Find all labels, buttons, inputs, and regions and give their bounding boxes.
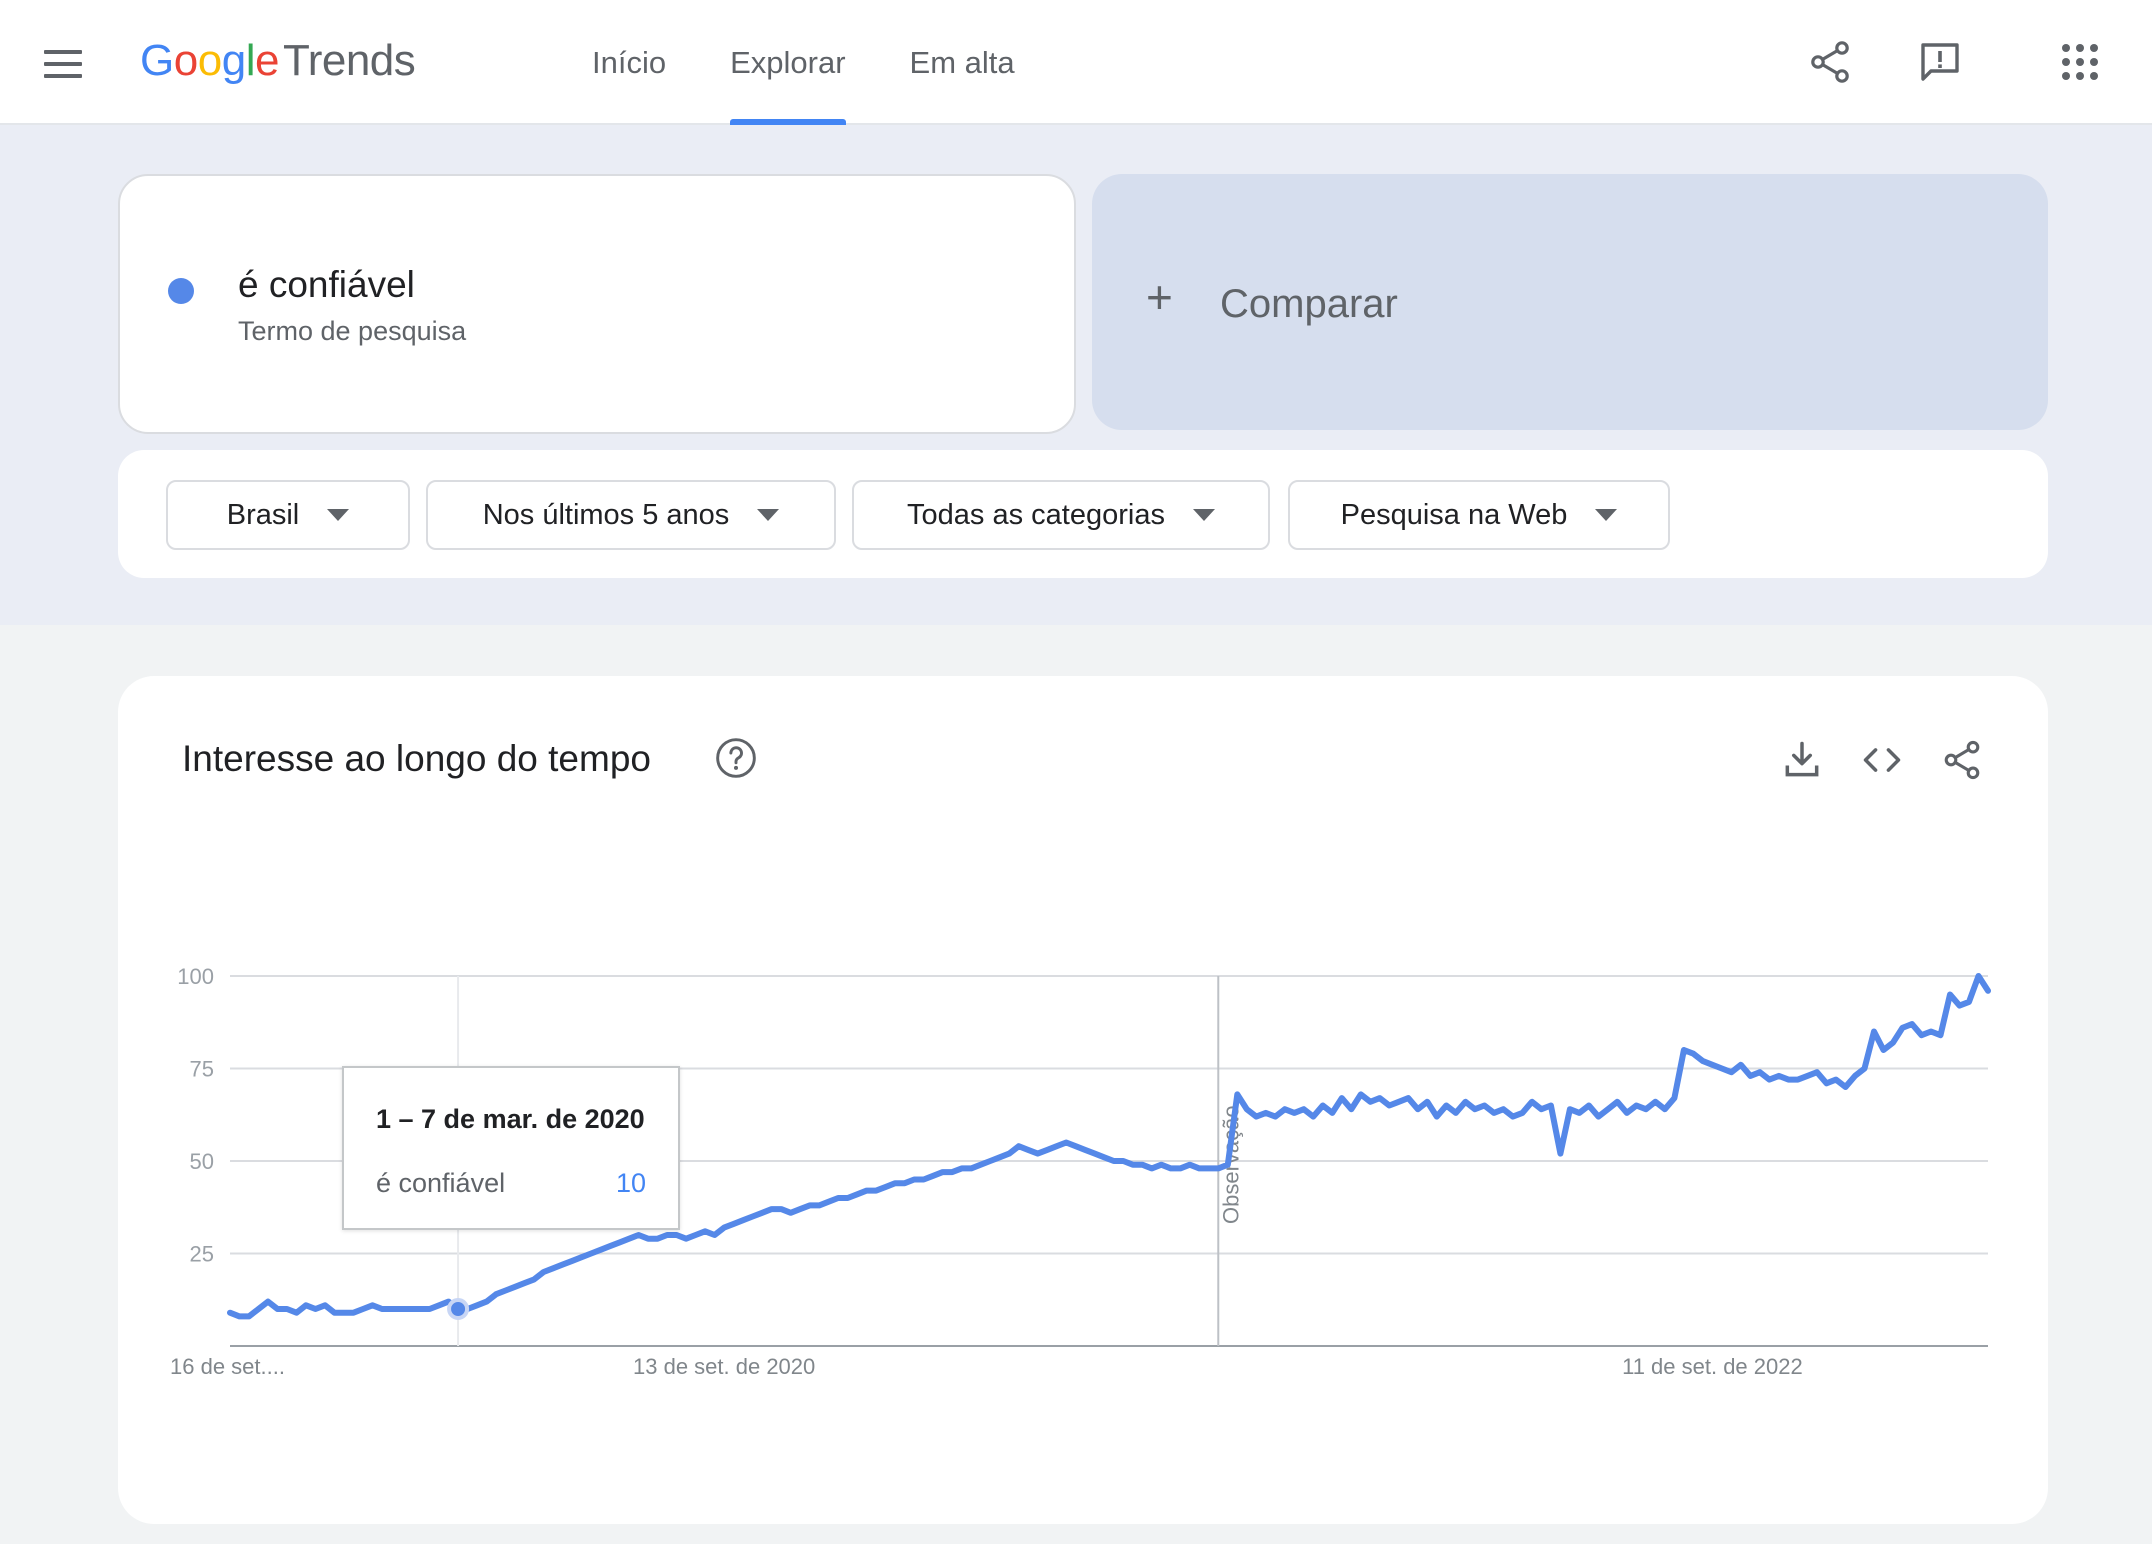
menu-icon[interactable] — [44, 50, 82, 78]
x-tick-label: 13 de set. de 2020 — [633, 1354, 815, 1379]
y-tick-label: 75 — [190, 1057, 214, 1082]
nav-tab-inicio[interactable]: Início — [560, 0, 698, 125]
top-app-bar: GoogleTrends Início Explorar Em alta — [0, 0, 2152, 125]
google-trends-logo[interactable]: GoogleTrends — [140, 36, 416, 86]
filter-time-range[interactable]: Nos últimos 5 anos — [426, 480, 836, 550]
y-tick-label: 100 — [177, 964, 214, 989]
search-term-name[interactable]: é confiável — [238, 264, 415, 306]
filter-search-type-label: Pesquisa na Web — [1340, 498, 1568, 531]
filters-bar: Brasil Nos últimos 5 anos Todas as categ… — [118, 450, 2048, 578]
tooltip-value: 10 — [615, 1168, 646, 1198]
filter-category-label: Todas as categorias — [907, 498, 1165, 531]
search-term-card[interactable]: é confiável Termo de pesquisa — [118, 174, 1076, 434]
caret-down-icon — [327, 509, 350, 521]
y-tick-label: 25 — [190, 1242, 214, 1267]
filter-region[interactable]: Brasil — [166, 480, 410, 550]
tooltip-series-name: é confiável — [376, 1168, 506, 1198]
interest-over-time-card: Interesse ao longo do tempo 25 50 75 100 Obs… — [118, 676, 2048, 1524]
caret-down-icon — [1595, 509, 1618, 521]
x-tick-label: 16 de set.... — [170, 1354, 285, 1379]
plus-icon: + — [1146, 271, 1173, 323]
logo-product-name: Trends — [282, 36, 416, 85]
filter-category[interactable]: Todas as categorias — [852, 480, 1270, 550]
filter-region-label: Brasil — [226, 498, 300, 531]
compare-label: Comparar — [1220, 282, 1398, 326]
filter-search-type[interactable]: Pesquisa na Web — [1288, 480, 1670, 550]
caret-down-icon — [1192, 509, 1215, 521]
series-color-dot — [168, 278, 194, 304]
x-tick-label: 11 de set. de 2022 — [1622, 1354, 1803, 1379]
nav-tab-explorar[interactable]: Explorar — [698, 0, 877, 125]
nav-tab-em-alta[interactable]: Em alta — [878, 0, 1047, 125]
y-tick-label: 50 — [190, 1149, 214, 1174]
filter-time-label: Nos últimos 5 anos — [482, 498, 730, 531]
tooltip-date: 1 – 7 de mar. de 2020 — [376, 1104, 645, 1134]
feedback-icon[interactable] — [1916, 38, 1964, 86]
chart-tooltip: 1 – 7 de mar. de 2020 é confiável 10 — [342, 1066, 680, 1230]
search-term-type: Termo de pesquisa — [238, 316, 467, 346]
highlight-point — [447, 1298, 470, 1320]
main-nav: Início Explorar Em alta — [560, 0, 1047, 125]
caret-down-icon — [757, 509, 780, 521]
share-icon[interactable] — [1806, 38, 1854, 86]
apps-icon[interactable] — [2056, 38, 2104, 86]
compare-button[interactable]: + Comparar — [1092, 174, 2048, 430]
